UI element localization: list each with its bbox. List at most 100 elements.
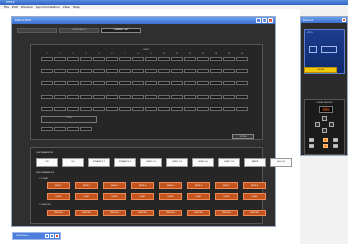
link-button[interactable]: ON [36,158,58,167]
grid-cell[interactable] [119,57,131,61]
grid-cell[interactable] [41,107,53,111]
master-button[interactable]: MASTER [243,210,266,216]
grid-cell[interactable] [119,107,131,111]
level-button[interactable]: LEVEL [159,193,182,200]
master-button[interactable]: MASTER [103,210,126,216]
link-button[interactable]: DYNAMICS 1 [88,158,110,167]
grid-cell[interactable] [223,81,235,85]
grid-cell[interactable] [132,95,144,99]
grid-cell[interactable] [80,69,92,73]
grid-cell[interactable] [210,95,222,99]
master-button[interactable]: MASTER [47,210,70,216]
store-icon[interactable] [309,144,314,148]
grid-cell[interactable] [223,69,235,73]
link-button[interactable]: SEND 3-4 [166,158,188,167]
device-panel-title-bar[interactable]: Device × [301,17,347,23]
grid-cell[interactable] [54,107,66,111]
master-button[interactable]: MASTER [131,210,154,216]
grid-cell[interactable] [106,81,118,85]
grid-cell[interactable] [41,69,53,73]
grid-cell[interactable] [145,95,157,99]
grid-cell[interactable] [119,95,131,99]
maximize-button[interactable]: □ [262,18,267,23]
send-button[interactable]: SEND 4 [131,182,154,189]
grid-cell[interactable] [132,107,144,111]
grid-cell[interactable] [210,69,222,73]
send-button[interactable]: SEND 3 [103,182,126,189]
grid-cell[interactable] [54,127,66,131]
close-button[interactable]: × [268,18,273,23]
grid-cell[interactable] [54,69,66,73]
editor-title-bar[interactable]: Matrix/Edit – □ × [12,17,275,24]
grid-cell[interactable] [93,57,105,61]
scene-button-4[interactable] [333,144,338,148]
send-button[interactable]: SEND 2 [75,182,98,189]
grid-cell[interactable] [210,107,222,111]
grid-cell[interactable] [236,81,248,85]
grid-cell[interactable] [132,57,144,61]
send-button[interactable]: SEND 7 [215,182,238,189]
grid-cell[interactable] [197,107,209,111]
down-arrow-icon[interactable] [322,128,327,133]
grid-cell[interactable] [158,81,170,85]
grid-cell[interactable] [106,69,118,73]
grid-cell[interactable] [184,57,196,61]
grid-cell[interactable] [236,57,248,61]
scene-button-1[interactable] [323,138,328,142]
grid-cell[interactable] [67,95,79,99]
left-arrow-icon[interactable] [315,122,320,127]
grid-cell[interactable] [67,107,79,111]
minimize-button[interactable]: – [256,18,261,23]
online-button[interactable]: ONLINE [304,67,337,73]
grid-cell[interactable] [80,107,92,111]
grid-cell[interactable] [210,81,222,85]
level-button[interactable]: LEVEL [215,193,238,200]
grid-cell[interactable] [93,107,105,111]
grid-cell[interactable] [67,127,79,131]
send-button[interactable]: SEND 5 [159,182,182,189]
grid-cell[interactable] [119,81,131,85]
grid-cell[interactable] [158,107,170,111]
grid-cell[interactable] [119,69,131,73]
grid-cell[interactable] [236,107,248,111]
level-button[interactable]: LEVEL [103,193,126,200]
send-button[interactable]: SEND 8 [243,182,266,189]
grid-cell[interactable] [41,127,53,131]
grid-cell[interactable] [197,57,209,61]
master-button[interactable]: MASTER [75,210,98,216]
grid-cell[interactable] [41,57,53,61]
grid-cell[interactable] [106,57,118,61]
grid-cell[interactable] [67,69,79,73]
grid-cell[interactable] [223,95,235,99]
grid-cell[interactable] [54,81,66,85]
grid-cell[interactable] [158,95,170,99]
grid-cell[interactable] [41,81,53,85]
master-button[interactable]: MASTER [159,210,182,216]
grid-cell[interactable] [80,57,92,61]
grid-cell[interactable] [132,69,144,73]
grid-cell[interactable] [67,57,79,61]
grid-cell[interactable] [171,81,183,85]
tab-input-patch[interactable]: INPUT PATCH [59,28,99,33]
store-button[interactable]: STORE [232,134,254,139]
grid-cell[interactable] [93,69,105,73]
grid-cell[interactable] [236,95,248,99]
grid-cell[interactable] [80,127,92,131]
grid-cell[interactable] [171,107,183,111]
grid-cell[interactable] [106,107,118,111]
grid-cell[interactable] [184,69,196,73]
restore-icon[interactable] [45,234,49,238]
grid-cell[interactable] [93,95,105,99]
close-icon[interactable] [55,234,59,238]
grid-cell[interactable] [54,95,66,99]
grid-cell[interactable] [158,69,170,73]
grid-cell[interactable] [145,57,157,61]
master-button[interactable]: MASTER [215,210,238,216]
grid-cell[interactable] [223,107,235,111]
tab-channel-link[interactable]: CHANNEL LINK [101,28,141,33]
grid-cell[interactable] [184,81,196,85]
level-button[interactable]: LEVEL [75,193,98,200]
link-button[interactable]: FADER [244,158,266,167]
grid-cell[interactable] [80,95,92,99]
level-button[interactable]: LEVEL [187,193,210,200]
